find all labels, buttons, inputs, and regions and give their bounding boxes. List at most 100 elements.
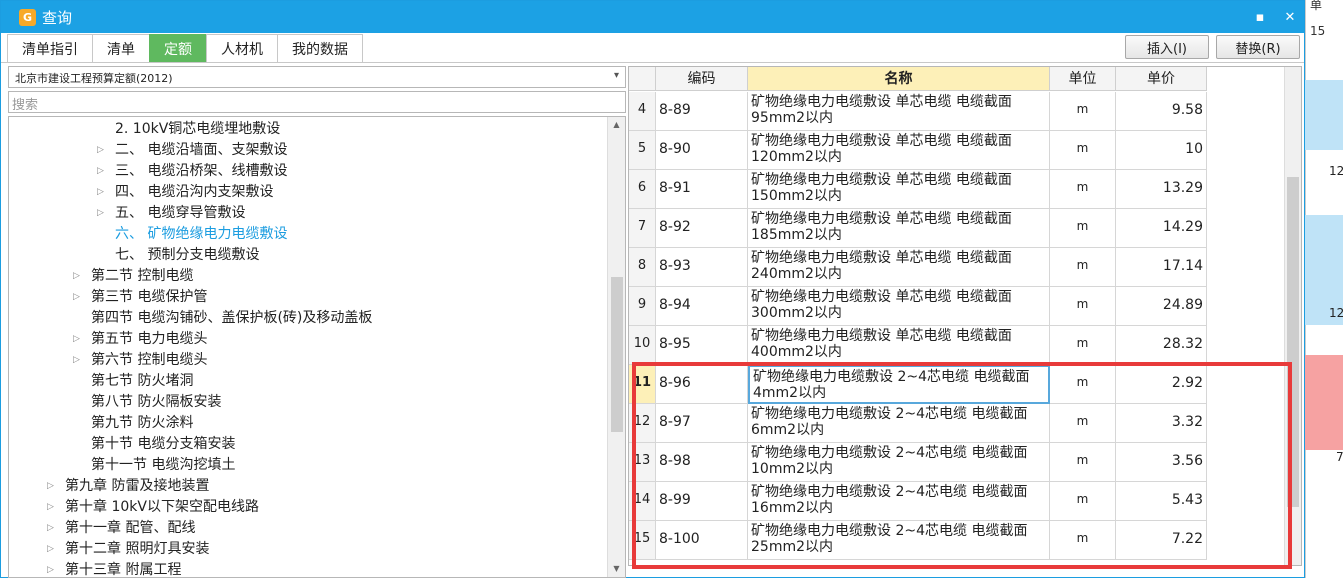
grid-cell-name[interactable]: 矿物绝缘电力电缆敷设 单芯电缆 电缆截面 400mm2以内: [748, 326, 1050, 365]
grid-cell-unit[interactable]: m: [1050, 482, 1116, 521]
minimize-icon[interactable]: ▪: [1251, 8, 1269, 26]
grid-cell-code[interactable]: 8-100: [656, 521, 748, 560]
tree-item[interactable]: ▷ 三、 电缆沿桥架、线槽敷设: [97, 161, 287, 182]
grid-cell-name[interactable]: 矿物绝缘电力电缆敷设 单芯电缆 电缆截面 95mm2以内: [748, 92, 1050, 131]
expand-icon[interactable]: ▷: [73, 266, 83, 287]
grid-header-unit[interactable]: 单位: [1050, 67, 1116, 91]
grid-cell-name[interactable]: 矿物绝缘电力电缆敷设 2~4芯电缆 电缆截面 16mm2以内: [748, 482, 1050, 521]
scrollbar-thumb[interactable]: [1287, 177, 1299, 507]
expand-icon[interactable]: ▷: [47, 560, 57, 577]
grid-cell-price[interactable]: 7.22: [1116, 521, 1207, 560]
grid-cell-unit[interactable]: m: [1050, 404, 1116, 443]
tree-item[interactable]: 第十节 电缆分支箱安装: [91, 434, 235, 455]
grid-cell-unit[interactable]: m: [1050, 365, 1116, 404]
grid-cell-unit[interactable]: m: [1050, 92, 1116, 131]
grid-cell-unit[interactable]: m: [1050, 248, 1116, 287]
grid-cell-price[interactable]: 24.89: [1116, 287, 1207, 326]
grid-cell-price[interactable]: 5.43: [1116, 482, 1207, 521]
grid-cell-idx[interactable]: 15: [629, 521, 656, 560]
tree-item[interactable]: ▷ 第十章 10kV以下架空配电线路: [47, 497, 259, 518]
grid-cell-unit[interactable]: m: [1050, 443, 1116, 482]
grid-cell-idx[interactable]: 4: [629, 92, 656, 131]
grid-cell-name[interactable]: 矿物绝缘电力电缆敷设 2~4芯电缆 电缆截面 25mm2以内: [748, 521, 1050, 560]
expand-icon[interactable]: ▷: [47, 518, 57, 539]
expand-icon[interactable]: ▷: [47, 497, 57, 518]
grid-cell-unit[interactable]: m: [1050, 326, 1116, 365]
grid-cell-price[interactable]: 2.92: [1116, 365, 1207, 404]
tree-item[interactable]: ▷ 第九章 防雷及接地装置: [47, 476, 209, 497]
tab-labor-material-machine[interactable]: 人材机: [206, 34, 278, 62]
tree-item[interactable]: 第七节 防火堵洞: [91, 371, 193, 392]
grid-cell-unit[interactable]: m: [1050, 521, 1116, 560]
grid-header-price[interactable]: 单价: [1116, 67, 1207, 91]
tree-item[interactable]: ▷ 五、 电缆穿导管敷设: [97, 203, 245, 224]
tree-item[interactable]: ▷ 第十二章 照明灯具安装: [47, 539, 209, 560]
tree-item[interactable]: 第十一节 电缆沟挖填土: [91, 455, 235, 476]
tree-item[interactable]: 第九节 防火涂料: [91, 413, 193, 434]
grid-cell-code[interactable]: 8-89: [656, 92, 748, 131]
expand-icon[interactable]: ▷: [97, 203, 107, 224]
grid-cell-price[interactable]: 9.58: [1116, 92, 1207, 131]
expand-icon[interactable]: ▷: [73, 287, 83, 308]
expand-icon[interactable]: ▷: [73, 329, 83, 350]
tree-item[interactable]: ▷ 二、 电缆沿墙面、支架敷设: [97, 140, 287, 161]
quota-library-select[interactable]: 北京市建设工程预算定额(2012) ▾: [8, 66, 626, 88]
grid-cell-idx[interactable]: 7: [629, 209, 656, 248]
grid-cell-unit[interactable]: m: [1050, 209, 1116, 248]
tree-item[interactable]: ▷ 第二节 控制电缆: [73, 266, 193, 287]
expand-icon[interactable]: ▷: [47, 539, 57, 560]
scroll-down-icon[interactable]: ▼: [608, 561, 625, 577]
scrollbar-thumb[interactable]: [611, 277, 623, 432]
grid-cell-price[interactable]: 14.29: [1116, 209, 1207, 248]
grid-cell-code[interactable]: 8-92: [656, 209, 748, 248]
insert-button[interactable]: 插入(I): [1125, 35, 1209, 59]
tree-item[interactable]: ▷ 第十一章 配管、配线: [47, 518, 195, 539]
grid-cell-name[interactable]: 矿物绝缘电力电缆敷设 单芯电缆 电缆截面 300mm2以内: [748, 287, 1050, 326]
tree-item[interactable]: 第八节 防火隔板安装: [91, 392, 221, 413]
grid-cell-idx[interactable]: 11: [629, 365, 656, 404]
tab-my-data[interactable]: 我的数据: [277, 34, 363, 62]
grid-cell-code[interactable]: 8-93: [656, 248, 748, 287]
grid-cell-idx[interactable]: 5: [629, 131, 656, 170]
tree-item[interactable]: 第四节 电缆沟铺砂、盖保护板(砖)及移动盖板: [91, 308, 372, 329]
grid-cell-name[interactable]: 矿物绝缘电力电缆敷设 单芯电缆 电缆截面 120mm2以内: [748, 131, 1050, 170]
grid-cell-idx[interactable]: 10: [629, 326, 656, 365]
expand-icon[interactable]: ▷: [47, 476, 57, 497]
grid-cell-name[interactable]: 矿物绝缘电力电缆敷设 2~4芯电缆 电缆截面 6mm2以内: [748, 404, 1050, 443]
grid-scrollbar[interactable]: [1284, 67, 1301, 565]
expand-icon[interactable]: ▷: [97, 140, 107, 161]
grid-cell-code[interactable]: 8-97: [656, 404, 748, 443]
tree-item[interactable]: 六、 矿物绝缘电力电缆敷设: [115, 224, 287, 245]
grid-cell-idx[interactable]: 9: [629, 287, 656, 326]
grid-cell-idx[interactable]: 12: [629, 404, 656, 443]
grid-cell-code[interactable]: 8-96: [656, 365, 748, 404]
close-icon[interactable]: ✕: [1281, 8, 1299, 26]
grid-cell-name[interactable]: 矿物绝缘电力电缆敷设 单芯电缆 电缆截面 150mm2以内: [748, 170, 1050, 209]
expand-icon[interactable]: ▷: [97, 182, 107, 203]
tree-item[interactable]: ▷ 第三节 电缆保护管: [73, 287, 207, 308]
expand-icon[interactable]: ▷: [73, 350, 83, 371]
tab-bill[interactable]: 清单: [92, 34, 150, 62]
search-input[interactable]: 搜索: [8, 91, 626, 113]
replace-button[interactable]: 替换(R): [1216, 35, 1300, 59]
grid-cell-name[interactable]: 矿物绝缘电力电缆敷设 2~4芯电缆 电缆截面 4mm2以内: [748, 365, 1050, 404]
grid-cell-code[interactable]: 8-91: [656, 170, 748, 209]
grid-cell-code[interactable]: 8-99: [656, 482, 748, 521]
tree-item[interactable]: ▷ 第十三章 附属工程: [47, 560, 181, 577]
grid-cell-code[interactable]: 8-90: [656, 131, 748, 170]
grid-cell-price[interactable]: 17.14: [1116, 248, 1207, 287]
tree-scrollbar[interactable]: ▲ ▼: [607, 117, 625, 577]
grid-header-code[interactable]: 编码: [656, 67, 748, 91]
grid-cell-unit[interactable]: m: [1050, 170, 1116, 209]
grid-cell-unit[interactable]: m: [1050, 131, 1116, 170]
grid-cell-idx[interactable]: 13: [629, 443, 656, 482]
expand-icon[interactable]: ▷: [97, 161, 107, 182]
grid-cell-name[interactable]: 矿物绝缘电力电缆敷设 单芯电缆 电缆截面 240mm2以内: [748, 248, 1050, 287]
tree-item[interactable]: ▷ 第六节 控制电缆头: [73, 350, 207, 371]
grid-cell-price[interactable]: 3.32: [1116, 404, 1207, 443]
grid-cell-code[interactable]: 8-95: [656, 326, 748, 365]
tree-item[interactable]: ▷ 第五节 电力电缆头: [73, 329, 207, 350]
grid-cell-idx[interactable]: 6: [629, 170, 656, 209]
grid-cell-idx[interactable]: 8: [629, 248, 656, 287]
tree-item[interactable]: ▷ 四、 电缆沿沟内支架敷设: [97, 182, 273, 203]
